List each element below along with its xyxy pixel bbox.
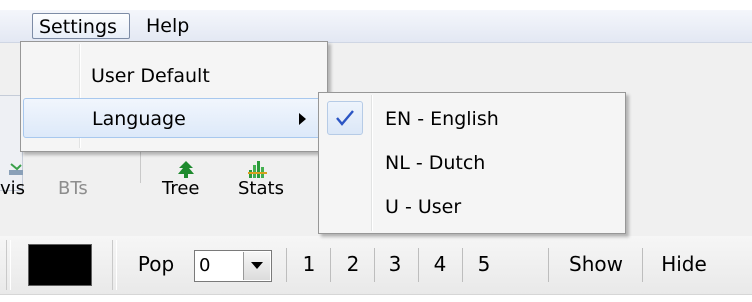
separator [286,248,287,282]
toolbar-grip[interactable] [112,240,117,290]
menu-item-user-default-label: User Default [91,65,210,87]
toolbar-grip[interactable] [6,240,11,290]
stats-button[interactable]: Stats [238,178,284,199]
pop-select[interactable]: 0 [194,250,272,282]
stats-icon [248,161,267,178]
number-5-label: 5 [477,252,491,276]
pop-select-value: 0 [199,255,211,276]
separator [374,248,375,282]
vis-button[interactable]: vis [0,178,25,199]
check-icon [336,110,354,126]
separator [418,248,419,282]
pop-label-text: Pop [137,252,175,276]
language-item-dutch-label: NL - Dutch [385,152,486,174]
settings-dropdown-menu: User Default Language [20,41,328,152]
separator [462,248,463,282]
menu-settings[interactable]: Settings [32,13,130,39]
menu-item-language[interactable]: Language [23,98,323,138]
chevron-down-icon [251,262,263,269]
number-1-label: 1 [302,252,316,276]
hide-button[interactable]: Hide [646,242,722,286]
bts-button[interactable]: BTs [58,178,88,199]
menu-settings-label: Settings [39,16,117,38]
number-3-label: 3 [388,252,402,276]
language-item-english[interactable]: EN - English [321,97,621,141]
vis-label: vis [0,178,26,199]
pop-label: Pop [126,242,186,286]
separator [642,248,643,282]
tree-label: Tree [162,178,200,199]
number-2-label: 2 [346,252,360,276]
menu-help[interactable]: Help [140,13,200,39]
bts-label: BTs [58,178,88,199]
tree-icon [178,161,194,178]
menu-bar: Settings Help [0,10,752,43]
hide-label: Hide [661,252,707,276]
language-item-dutch[interactable]: NL - Dutch [321,141,621,185]
language-item-user-label: U - User [385,196,462,218]
number-button-3[interactable]: 3 [376,242,414,286]
number-button-4[interactable]: 4 [420,242,460,286]
language-submenu: EN - English NL - Dutch U - User [318,92,626,234]
show-label: Show [569,252,623,276]
language-item-english-label: EN - English [385,108,499,130]
separator [330,248,331,282]
window-bottom-edge [0,296,752,302]
submenu-arrow-icon [299,113,306,125]
stats-label: Stats [238,178,284,199]
color-swatch[interactable] [28,244,92,286]
pop-dropdown-button[interactable] [243,252,270,280]
menu-item-user-default[interactable]: User Default [23,56,323,96]
menu-item-language-label: Language [92,108,186,130]
bottom-toolbar: Pop 0 1 2 3 4 5 Show Hide [0,236,752,295]
tree-button[interactable]: Tree [162,178,200,199]
window-top-edge [0,0,752,10]
number-4-label: 4 [433,252,447,276]
language-item-user[interactable]: U - User [321,185,621,229]
check-icon-frame [327,101,363,135]
separator [548,248,549,282]
menu-help-label: Help [146,15,190,37]
number-button-1[interactable]: 1 [290,242,328,286]
number-button-5[interactable]: 5 [464,242,504,286]
number-button-2[interactable]: 2 [334,242,372,286]
show-button[interactable]: Show [552,242,640,286]
